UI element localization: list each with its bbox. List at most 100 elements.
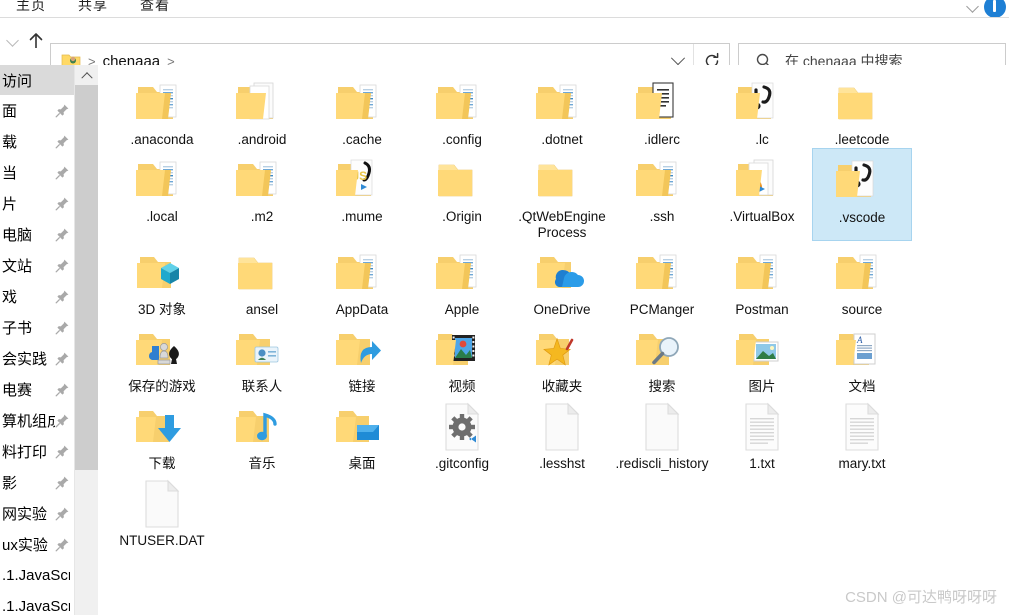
navpane-header-quick-access[interactable]: 访问	[0, 65, 74, 95]
navpane-item-0[interactable]: 面	[0, 95, 74, 126]
file-blank-icon	[534, 401, 590, 453]
file-item-3D 对象[interactable]: 3D 对象	[112, 241, 212, 318]
pin-icon[interactable]	[55, 165, 70, 180]
navpane-item-12[interactable]: 影	[0, 467, 74, 498]
navpane-item-label: ux实验	[2, 537, 48, 554]
scrollbar-thumb[interactable]	[75, 85, 98, 470]
tab-home[interactable]: 主页	[0, 0, 62, 18]
navpane-item-4[interactable]: 电脑	[0, 219, 74, 250]
pin-icon[interactable]	[55, 320, 70, 335]
file-item-搜索[interactable]: 搜索	[612, 318, 712, 395]
navpane-item-label: 影	[2, 475, 18, 492]
file-list-pane[interactable]: .anaconda .android .cache .config .dotnet .id…	[98, 65, 1009, 615]
pin-icon[interactable]	[55, 506, 70, 521]
pin-icon[interactable]	[55, 289, 70, 304]
file-item-OneDrive[interactable]: OneDrive	[512, 241, 612, 318]
file-item-.dotnet[interactable]: .dotnet	[512, 71, 612, 148]
pin-icon[interactable]	[55, 258, 70, 273]
pin-icon[interactable]	[55, 103, 70, 118]
file-item-source[interactable]: source	[812, 241, 912, 318]
tab-share[interactable]: 共享	[62, 0, 124, 18]
file-item-桌面[interactable]: 桌面	[312, 395, 412, 472]
file-item-.vscode[interactable]: .vscode	[812, 148, 912, 241]
folder-contacts-icon	[234, 324, 290, 376]
file-item-.anaconda[interactable]: .anaconda	[112, 71, 212, 148]
file-item-label: .dotnet	[541, 132, 583, 147]
file-item-PCManger[interactable]: PCManger	[612, 241, 712, 318]
file-item-文档[interactable]: A 文档	[812, 318, 912, 395]
file-item-.android[interactable]: .android	[212, 71, 312, 148]
file-item-保存的游戏[interactable]: 保存的游戏	[112, 318, 212, 395]
pin-icon[interactable]	[55, 537, 70, 552]
file-item-Postman[interactable]: Postman	[712, 241, 812, 318]
pin-icon[interactable]	[55, 196, 70, 211]
chevron-down-icon[interactable]	[6, 34, 20, 48]
navpane-item-11[interactable]: 料打印	[0, 436, 74, 467]
navpane-item-label: 面	[2, 103, 18, 120]
file-item-视频[interactable]: 视频	[412, 318, 512, 395]
navpane-item-13[interactable]: 网实验	[0, 498, 74, 529]
folder-onedrive-icon	[534, 247, 590, 299]
navpane-item-1[interactable]: 载	[0, 126, 74, 157]
file-item-.gitconfig[interactable]: .gitconfig	[412, 395, 512, 472]
file-item-.ssh[interactable]: .ssh	[612, 148, 712, 241]
file-item-.mume[interactable]: JS .mume	[312, 148, 412, 241]
file-item-.QtWebEngineProcess[interactable]: .QtWebEngineProcess	[512, 148, 612, 241]
file-item-.local[interactable]: .local	[112, 148, 212, 241]
pin-icon[interactable]	[55, 475, 70, 490]
file-item-mary.txt[interactable]: mary.txt	[812, 395, 912, 472]
pin-icon[interactable]	[55, 134, 70, 149]
arrow-up-icon[interactable]	[26, 31, 46, 51]
navpane-item-label: 电赛	[2, 382, 33, 399]
pin-icon[interactable]	[55, 382, 70, 397]
navpane-item-label: .1.JavaScri	[2, 598, 70, 615]
navpane-item-15[interactable]: .1.JavaScri	[0, 560, 74, 591]
file-item-1.txt[interactable]: 1.txt	[712, 395, 812, 472]
folder-papers-icon	[234, 77, 290, 129]
file-item-下载[interactable]: 下载	[112, 395, 212, 472]
file-item-音乐[interactable]: 音乐	[212, 395, 312, 472]
navpane-item-label: .1.JavaScri	[2, 567, 70, 584]
file-item-label: 搜索	[648, 379, 676, 394]
pin-icon[interactable]	[55, 351, 70, 366]
navpane-item-9[interactable]: 电赛	[0, 374, 74, 405]
file-item-.m2[interactable]: .m2	[212, 148, 312, 241]
file-item-NTUSER.DAT[interactable]: NTUSER.DAT	[112, 472, 212, 549]
pin-icon[interactable]	[55, 413, 70, 428]
navpane-item-14[interactable]: ux实验	[0, 529, 74, 560]
chevron-up-icon[interactable]	[968, 2, 979, 9]
navpane-item-3[interactable]: 片	[0, 188, 74, 219]
pin-icon[interactable]	[55, 444, 70, 459]
file-item-图片[interactable]: 图片	[712, 318, 812, 395]
file-item-联系人[interactable]: 联系人	[212, 318, 312, 395]
navpane-item-8[interactable]: 会实践	[0, 343, 74, 374]
file-item-.Origin[interactable]: .Origin	[412, 148, 512, 241]
file-item-ansel[interactable]: ansel	[212, 241, 312, 318]
file-item-.rediscli_history[interactable]: .rediscli_history	[612, 395, 712, 472]
file-item-.VirtualBox[interactable]: .VirtualBox	[712, 148, 812, 241]
navpane-item-6[interactable]: 戏	[0, 281, 74, 312]
navpane-item-7[interactable]: 子书	[0, 312, 74, 343]
file-item-AppData[interactable]: AppData	[312, 241, 412, 318]
navpane-item-5[interactable]: 文站	[0, 250, 74, 281]
ribbon-divider	[0, 17, 1009, 18]
tab-view[interactable]: 查看	[124, 0, 186, 18]
file-item-Apple[interactable]: Apple	[412, 241, 512, 318]
file-item-.cache[interactable]: .cache	[312, 71, 412, 148]
navpane-item-16[interactable]: .1.JavaScri	[0, 591, 74, 615]
folder-docs-icon	[134, 77, 190, 129]
navpane-item-10[interactable]: 算机组成	[0, 405, 74, 436]
file-item-.leetcode[interactable]: .leetcode	[812, 71, 912, 148]
file-item-.lc[interactable]: .lc	[712, 71, 812, 148]
help-badge-icon[interactable]	[984, 0, 1006, 18]
file-item-.idlerc[interactable]: .idlerc	[612, 71, 712, 148]
navpane-scrollbar[interactable]	[74, 65, 98, 615]
file-item-链接[interactable]: 链接	[312, 318, 412, 395]
pin-icon[interactable]	[55, 227, 70, 242]
file-item-.config[interactable]: .config	[412, 71, 512, 148]
folder-pictures-icon	[734, 324, 790, 376]
navpane-item-2[interactable]: 当	[0, 157, 74, 188]
scroll-up-icon[interactable]	[75, 65, 98, 85]
file-item-.lesshst[interactable]: .lesshst	[512, 395, 612, 472]
file-item-收藏夹[interactable]: 收藏夹	[512, 318, 612, 395]
